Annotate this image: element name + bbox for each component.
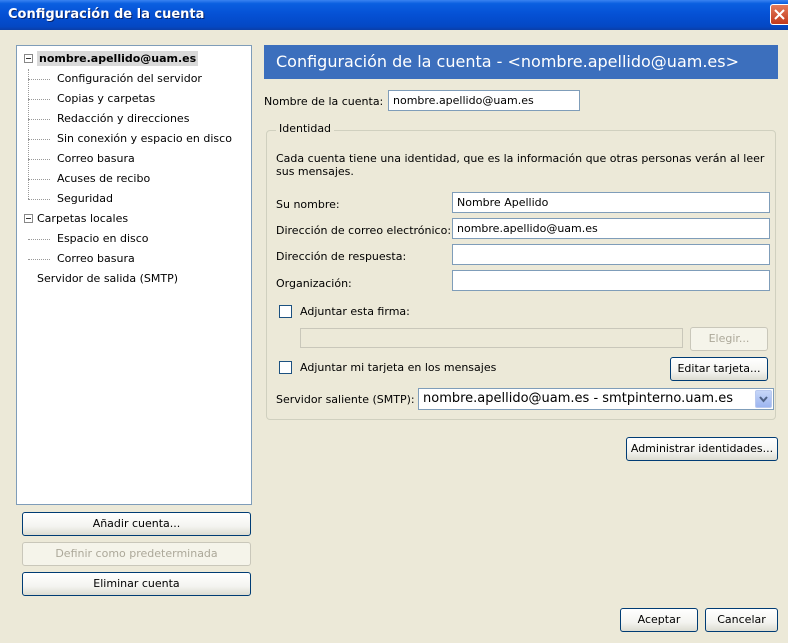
attach-signature-checkbox[interactable] [279, 305, 292, 318]
tree-item-receipts[interactable]: Acuses de recibo [17, 169, 251, 189]
choose-signature-button[interactable]: Elegir... [690, 327, 768, 351]
tree-item-server-settings[interactable]: Configuración del servidor [17, 69, 251, 89]
tree-item-disk-space[interactable]: Espacio en disco [17, 229, 251, 249]
tree-item-account[interactable]: nombre.apellido@uam.es [17, 49, 251, 69]
page-title: Configuración de la cuenta - <nombre.ape… [264, 45, 778, 79]
signature-file-field[interactable] [300, 328, 683, 348]
smtp-label: Servidor saliente (SMTP): [276, 393, 415, 406]
account-name-field[interactable]: nombre.apellido@uam.es [388, 90, 580, 111]
organization-label: Organización: [276, 277, 352, 290]
tree-item-local-junk[interactable]: Correo basura [17, 249, 251, 269]
tree-item-copies-folders[interactable]: Copias y carpetas [17, 89, 251, 109]
edit-card-button[interactable]: Editar tarjeta... [670, 357, 768, 381]
tree-item-junk[interactable]: Correo basura [17, 149, 251, 169]
account-name-label: Nombre de la cuenta: [264, 95, 384, 108]
add-account-button[interactable]: Añadir cuenta... [22, 512, 251, 536]
tree-item-composition[interactable]: Redacción y direcciones [17, 109, 251, 129]
chevron-down-icon[interactable] [755, 390, 772, 408]
reply-to-field[interactable] [452, 244, 770, 265]
close-button[interactable] [770, 4, 788, 25]
cancel-button[interactable]: Cancelar [705, 608, 778, 632]
collapse-icon[interactable] [24, 214, 33, 223]
smtp-server-value: nombre.apellido@uam.es - smtpinterno.uam… [423, 391, 734, 406]
tree-item-smtp[interactable]: Servidor de salida (SMTP) [17, 269, 251, 289]
email-label: Dirección de correo electrónico: [276, 224, 452, 237]
organization-field[interactable] [452, 270, 770, 291]
set-default-button[interactable]: Definir como predeterminada [22, 542, 251, 566]
identity-group-title: Identidad [276, 122, 335, 135]
tree-item-offline[interactable]: Sin conexión y espacio en disco [17, 129, 251, 149]
manage-identities-button[interactable]: Administrar identidades... [626, 437, 778, 461]
delete-account-button[interactable]: Eliminar cuenta [22, 572, 251, 596]
window-title: Configuración de la cuenta [8, 7, 205, 22]
reply-to-label: Dirección de respuesta: [276, 250, 407, 263]
tree-item-local-folders[interactable]: Carpetas locales [17, 209, 251, 229]
title-bar: Configuración de la cuenta [0, 0, 788, 30]
collapse-icon[interactable] [24, 54, 33, 63]
your-name-field[interactable]: Nombre Apellido [452, 192, 770, 213]
attach-signature-label: Adjuntar esta firma: [300, 305, 410, 318]
attach-vcard-label: Adjuntar mi tarjeta en los mensajes [300, 361, 497, 374]
attach-vcard-checkbox[interactable] [279, 361, 292, 374]
close-icon [774, 9, 785, 20]
accept-button[interactable]: Aceptar [620, 608, 698, 632]
email-field[interactable]: nombre.apellido@uam.es [452, 218, 770, 239]
tree-item-security[interactable]: Seguridad [17, 189, 251, 209]
your-name-label: Su nombre: [276, 198, 340, 211]
account-tree[interactable]: nombre.apellido@uam.es Configuración del… [16, 45, 252, 505]
tree-item-label: nombre.apellido@uam.es [37, 51, 199, 66]
identity-description: Cada cuenta tiene una identidad, que es … [276, 152, 765, 178]
smtp-server-select[interactable]: nombre.apellido@uam.es - smtpinterno.uam… [418, 388, 774, 410]
